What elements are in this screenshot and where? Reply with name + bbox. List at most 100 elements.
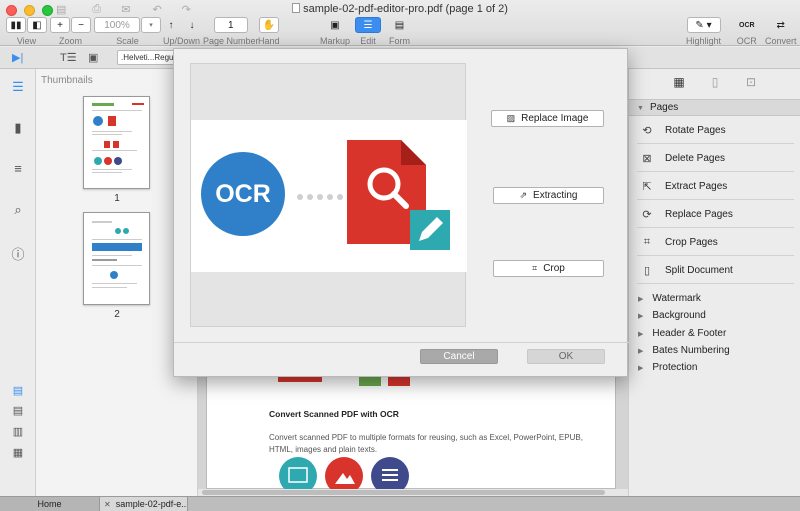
- highlight-label: Highlight: [686, 36, 722, 46]
- close-tab-icon[interactable]: ✕: [104, 500, 111, 509]
- watermark-label: Watermark: [652, 293, 701, 304]
- thumbnails-icon[interactable]: ☰: [10, 79, 26, 95]
- form-label: Form: [389, 36, 410, 46]
- document-tab[interactable]: ✕ sample-02-pdf-e...: [100, 497, 188, 511]
- document-heading: Convert Scanned PDF with OCR: [269, 409, 399, 419]
- pages-section-header[interactable]: ▼ Pages: [629, 99, 800, 116]
- crop-icon: ⌗: [532, 263, 538, 273]
- bottom-tab-bar: Home ✕ sample-02-pdf-e...: [0, 496, 800, 511]
- horizontal-scrollbar[interactable]: [198, 489, 628, 496]
- info-icon[interactable]: ⓘ: [10, 244, 26, 263]
- rotate-pages-label: Rotate Pages: [665, 124, 726, 136]
- bates-numbering-section[interactable]: ▶ Bates Numbering: [637, 342, 794, 359]
- protection-section[interactable]: ▶ Protection: [637, 359, 794, 376]
- markup-icon[interactable]: ▣: [325, 17, 345, 33]
- search-icon[interactable]: ⌕: [10, 202, 26, 218]
- pages-section-title: Pages: [649, 102, 679, 113]
- page-down-button[interactable]: ↓: [182, 17, 202, 33]
- add-image-icon[interactable]: ▣: [88, 51, 98, 64]
- grid-view-icon[interactable]: ▦: [10, 446, 26, 459]
- export-icon: ⇗: [519, 190, 528, 200]
- form-icon[interactable]: ▤: [390, 17, 410, 33]
- sidebar-toggle-icon[interactable]: ▶|: [12, 51, 23, 64]
- delete-pages-label: Delete Pages: [665, 152, 726, 164]
- home-tab[interactable]: Home: [0, 497, 100, 511]
- delete-pages-item[interactable]: ⊠ Delete Pages: [637, 145, 794, 172]
- highlight-button[interactable]: ✎ ▾: [686, 17, 721, 33]
- background-section[interactable]: ▶ Background: [637, 307, 794, 324]
- image-icon: ▨: [506, 113, 516, 123]
- ocr-label: OCR: [736, 36, 757, 46]
- header-footer-label: Header & Footer: [652, 328, 727, 339]
- outline-icon[interactable]: ≡: [10, 161, 26, 176]
- bookmark-icon[interactable]: ▮: [10, 120, 26, 136]
- page-thumbnail[interactable]: [83, 96, 150, 189]
- convert-label: Convert: [765, 36, 797, 46]
- updown-label: Up/Down: [162, 36, 200, 46]
- delete-page-icon: ⊠: [642, 152, 652, 165]
- view-label: View: [16, 36, 37, 46]
- left-icon-bar: ☰ ▮ ≡ ⌕ ⓘ ▤ ▤ ▥ ▦: [0, 69, 36, 496]
- double-view-icon[interactable]: ▥: [10, 425, 26, 438]
- extract-pages-item[interactable]: ⇱ Extract Pages: [637, 173, 794, 200]
- watermark-section[interactable]: ▶ Watermark: [637, 290, 794, 307]
- properties-tab-icon[interactable]: ⊡: [744, 74, 758, 90]
- split-document-item[interactable]: ▯ Split Document: [637, 257, 794, 284]
- ocr-group: OCR OCR: [736, 17, 758, 47]
- image-edit-dialog: OCR ▨ Replace Image ⇗ Extracting ⌗ Crop Can…: [173, 48, 629, 377]
- zoom-group: + − Zoom: [50, 17, 91, 46]
- document-body: Convert scanned PDF to multiple formats …: [269, 433, 583, 454]
- add-text-icon[interactable]: T☰: [60, 51, 77, 64]
- convert-icon[interactable]: ⇄: [771, 17, 791, 33]
- sidebar-view-button[interactable]: ◧: [27, 17, 47, 33]
- crop-pages-item[interactable]: ⌗ Crop Pages: [637, 229, 794, 256]
- crop-button[interactable]: ⌗ Crop: [493, 260, 604, 277]
- collapsed-triangle-icon: ▶: [638, 330, 644, 338]
- crop-label: Crop: [543, 263, 565, 274]
- ok-button[interactable]: OK: [527, 349, 605, 364]
- view-group: ▮▮ ◧ View: [6, 17, 47, 46]
- page-number-input[interactable]: 1: [213, 17, 248, 33]
- extracting-button[interactable]: ⇗ Extracting: [493, 187, 604, 204]
- replace-image-button[interactable]: ▨ Replace Image: [491, 110, 604, 127]
- replace-page-icon: ⟳: [642, 208, 652, 221]
- page-thumbnail[interactable]: [83, 212, 150, 305]
- document-tab-icon[interactable]: ▯: [708, 74, 722, 90]
- pages-tab-icon[interactable]: ▦: [672, 74, 686, 90]
- cancel-button[interactable]: Cancel: [420, 349, 498, 364]
- convert-group: ⇄ Convert: [765, 17, 797, 47]
- edit-label: Edit: [360, 36, 376, 46]
- thumbnail-2-preview: [92, 221, 142, 288]
- dialog-divider: [174, 342, 629, 343]
- markup-label: Markup: [320, 36, 351, 46]
- edit-group: ☰ Edit: [355, 17, 381, 46]
- edit-mode-button[interactable]: ☰: [355, 17, 381, 33]
- hand-tool-button[interactable]: ✋: [258, 17, 279, 33]
- markup-group: ▣ Markup: [320, 17, 351, 47]
- single-page-view-button[interactable]: ▮▮: [6, 17, 26, 33]
- zoom-label: Zoom: [58, 36, 82, 46]
- list-view-icon[interactable]: ▤: [10, 404, 26, 417]
- zoom-out-button[interactable]: −: [71, 17, 91, 33]
- scale-dropdown-icon[interactable]: ▾: [141, 17, 161, 33]
- thumbnails-title: Thumbnails: [41, 75, 93, 86]
- extract-page-icon: ⇱: [642, 180, 652, 193]
- scale-value-field[interactable]: 100%: [94, 17, 140, 33]
- zoom-in-button[interactable]: +: [50, 17, 70, 33]
- page-up-button[interactable]: ↑: [161, 17, 181, 33]
- ocr-preview-text: OCR: [215, 180, 271, 208]
- ocr-icon[interactable]: OCR: [736, 17, 758, 33]
- document-tab-label: sample-02-pdf-e...: [115, 499, 188, 509]
- image-preview-area: OCR: [190, 63, 467, 327]
- selected-image[interactable]: OCR: [191, 120, 467, 272]
- right-panel: ▦ ▯ ⊡ ▼ Pages ⟲ Rotate Pages ⊠ Delete Pages…: [628, 69, 800, 496]
- replace-pages-item[interactable]: ⟳ Replace Pages: [637, 201, 794, 228]
- header-footer-section[interactable]: ▶ Header & Footer: [637, 325, 794, 342]
- collapsed-triangle-icon: ▶: [638, 364, 644, 372]
- rotate-pages-item[interactable]: ⟲ Rotate Pages: [637, 117, 794, 144]
- single-thumb-view-icon[interactable]: ▤: [10, 384, 26, 397]
- split-icon: ▯: [643, 264, 651, 277]
- scrollbar-thumb[interactable]: [202, 490, 605, 495]
- collapsed-triangle-icon: ▶: [638, 312, 644, 320]
- extract-pages-label: Extract Pages: [665, 180, 728, 192]
